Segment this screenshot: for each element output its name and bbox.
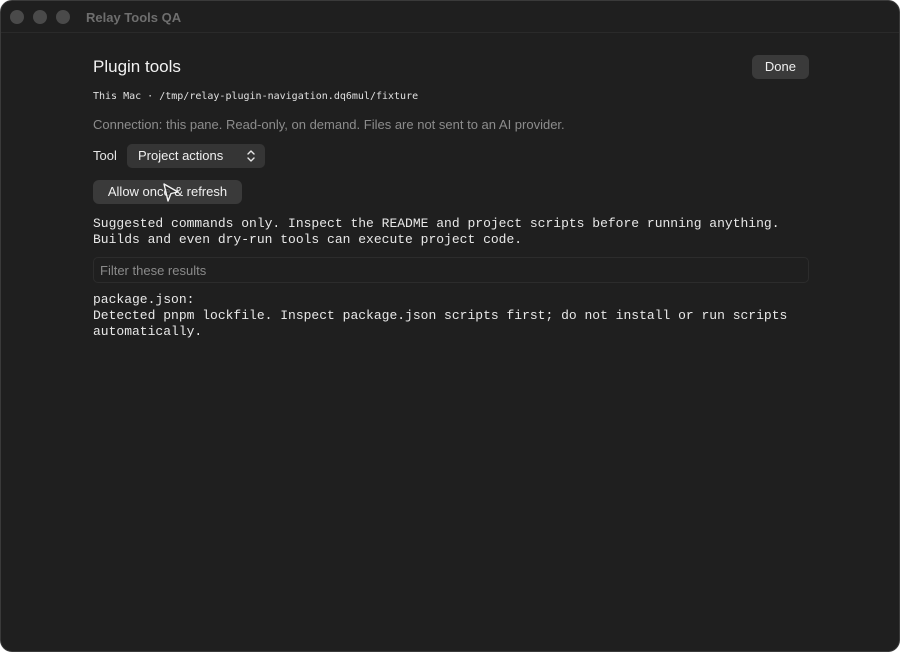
tool-row: Tool Project actions (93, 144, 493, 168)
result-line: automatically. (93, 324, 203, 339)
location-path: This Mac · /tmp/relay-plugin-navigation.… (93, 91, 419, 102)
close-window-button[interactable] (10, 10, 24, 24)
results-output: package.json: Detected pnpm lockfile. Ins… (93, 292, 787, 340)
connection-info: Connection: this pane. Read-only, on dem… (93, 117, 565, 132)
tool-select-value: Project actions (138, 148, 224, 163)
result-line: Detected pnpm lockfile. Inspect package.… (93, 308, 788, 323)
page-title: Plugin tools (93, 57, 181, 76)
tool-label: Tool (93, 148, 117, 163)
title-bar: Relay Tools QA (1, 1, 899, 33)
app-window: Relay Tools QA Plugin tools Done This Ma… (0, 0, 900, 652)
window-title: Relay Tools QA (86, 10, 182, 25)
tool-select[interactable]: Project actions (127, 144, 265, 168)
done-button[interactable]: Done (751, 55, 809, 79)
result-file: package.json: (93, 292, 195, 307)
header-row: Plugin tools Done (93, 55, 809, 81)
notice-line: Suggested commands only. Inspect the REA… (93, 216, 780, 231)
minimize-window-button[interactable] (33, 10, 47, 24)
notice-line: Builds and even dry-run tools can execut… (93, 232, 523, 247)
filter-input[interactable] (93, 257, 809, 283)
cursor-icon (163, 183, 179, 202)
chevron-updown-icon (247, 150, 255, 162)
suggestion-notice: Suggested commands only. Inspect the REA… (93, 216, 780, 248)
zoom-window-button[interactable] (56, 10, 70, 24)
